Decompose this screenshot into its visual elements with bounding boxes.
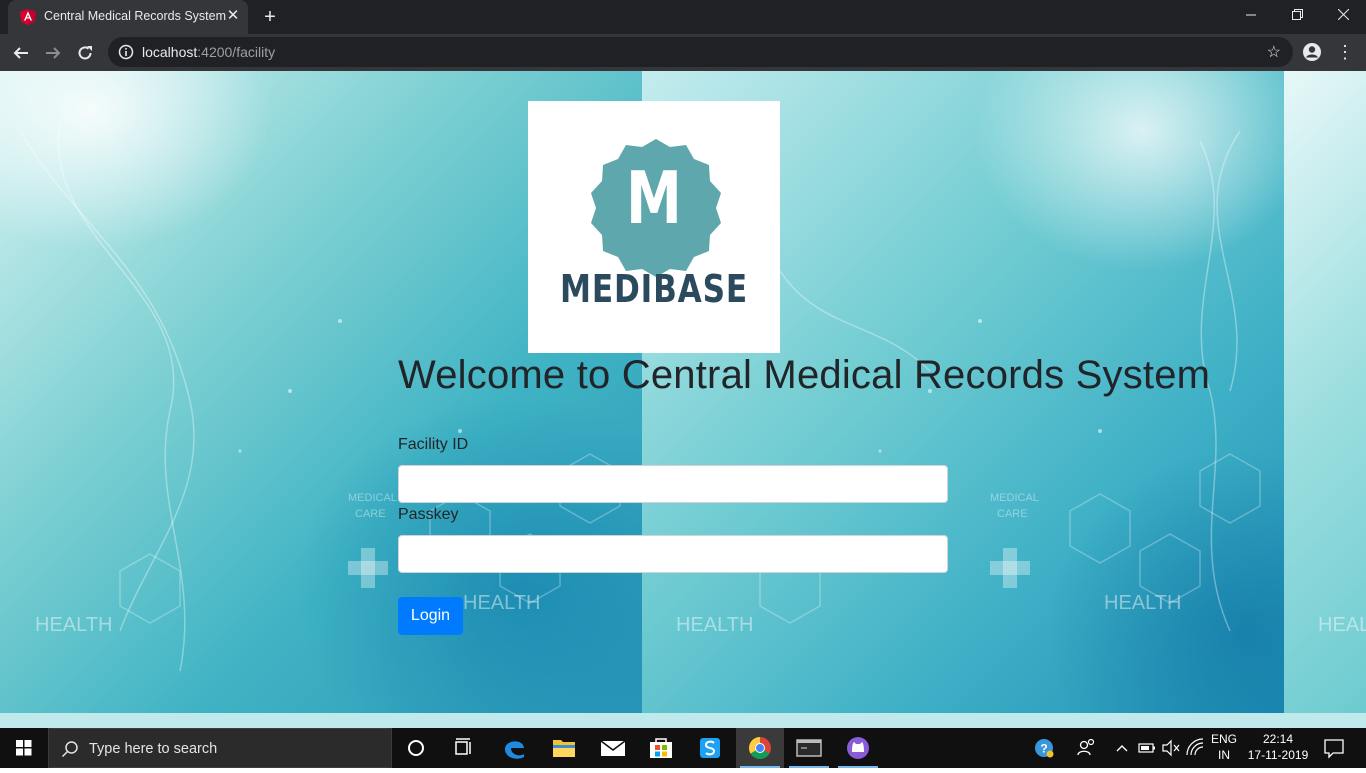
search-icon (61, 741, 78, 758)
mail-icon[interactable] (589, 728, 637, 768)
taskbar-search-box[interactable]: Type here to search (48, 728, 392, 768)
page-viewport: HEALTH HEALTH HEALTH HEALTH HEALT MEDICA… (0, 71, 1366, 728)
edge-icon[interactable] (490, 728, 538, 768)
bookmark-star-icon[interactable]: ☆ (1267, 42, 1281, 62)
tab-title: Central Medical Records System (44, 9, 227, 23)
address-bar[interactable]: localhost:4200/facility ☆ (108, 37, 1293, 67)
browser-tab[interactable]: Central Medical Records System ✕ (8, 0, 248, 34)
github-desktop-icon[interactable] (834, 728, 882, 768)
svg-text:HEALT: HEALT (1318, 614, 1366, 636)
terminal-icon[interactable] (785, 728, 833, 768)
reload-icon[interactable] (72, 40, 98, 66)
people-icon[interactable] (1074, 728, 1100, 768)
svg-text:HEALTH: HEALTH (463, 592, 540, 614)
passkey-input[interactable] (398, 535, 948, 573)
chrome-taskbar-icon[interactable] (736, 728, 784, 768)
skype-icon[interactable] (686, 728, 734, 768)
new-tab-button[interactable]: + (258, 5, 282, 29)
chrome-menu-icon[interactable]: ⋮ (1336, 41, 1354, 63)
search-placeholder: Type here to search (89, 741, 218, 757)
windows-start-icon[interactable] (0, 728, 48, 768)
clock-date: 17-11-2019 (1247, 748, 1309, 762)
page-title: Welcome to Central Medical Records Syste… (398, 353, 1211, 397)
task-view-icon[interactable] (440, 728, 488, 768)
logo-wordmark: MEDIBASE (560, 267, 748, 311)
file-explorer-icon[interactable] (540, 728, 588, 768)
cortana-icon[interactable] (392, 728, 440, 768)
profile-avatar-icon[interactable] (1302, 42, 1322, 62)
svg-text:MEDICAL: MEDICAL (990, 492, 1039, 504)
passkey-label: Passkey (398, 506, 459, 523)
tab-close-icon[interactable]: ✕ (224, 7, 242, 25)
browser-toolbar: localhost:4200/facility ☆ ⋮ (0, 34, 1366, 71)
medibase-logo: M MEDIBASE (528, 101, 780, 353)
svg-text:CARE: CARE (355, 508, 386, 520)
battery-icon[interactable] (1136, 728, 1158, 768)
chevron-up-icon[interactable] (1112, 728, 1132, 768)
back-icon[interactable] (8, 40, 34, 66)
input-language-indicator[interactable]: ENG IN (1206, 731, 1242, 763)
clock-time: 22:14 (1262, 732, 1294, 746)
logo-letter: M (626, 156, 682, 240)
close-window-icon[interactable] (1320, 0, 1366, 30)
notifications-icon[interactable] (1318, 728, 1350, 768)
windows-taskbar: Type here to search ? ENG IN 22:14 17-11… (0, 728, 1366, 768)
volume-muted-icon[interactable] (1160, 728, 1182, 768)
svg-text:HEALTH: HEALTH (35, 614, 112, 636)
minimize-icon[interactable] (1228, 0, 1274, 30)
svg-text:HEALTH: HEALTH (1104, 592, 1181, 614)
info-icon[interactable] (118, 44, 134, 60)
browser-titlebar: Central Medical Records System ✕ + (0, 0, 1366, 34)
store-icon[interactable] (637, 728, 685, 768)
restore-icon[interactable] (1274, 0, 1320, 30)
url-text: localhost:4200/facility (142, 44, 276, 60)
angular-icon (20, 9, 36, 25)
svg-text:MEDICAL: MEDICAL (348, 492, 397, 504)
facility-id-input[interactable] (398, 465, 948, 503)
page-bottom-strip (0, 713, 1366, 728)
login-button[interactable]: Login (398, 597, 463, 635)
taskbar-clock[interactable]: 22:14 17-11-2019 (1240, 731, 1316, 763)
help-icon[interactable]: ? (1030, 728, 1058, 768)
svg-text:CARE: CARE (997, 508, 1028, 520)
svg-text:HEALTH: HEALTH (676, 614, 753, 636)
wifi-icon[interactable] (1184, 728, 1206, 768)
forward-icon[interactable] (40, 40, 66, 66)
facility-id-label: Facility ID (398, 436, 469, 453)
